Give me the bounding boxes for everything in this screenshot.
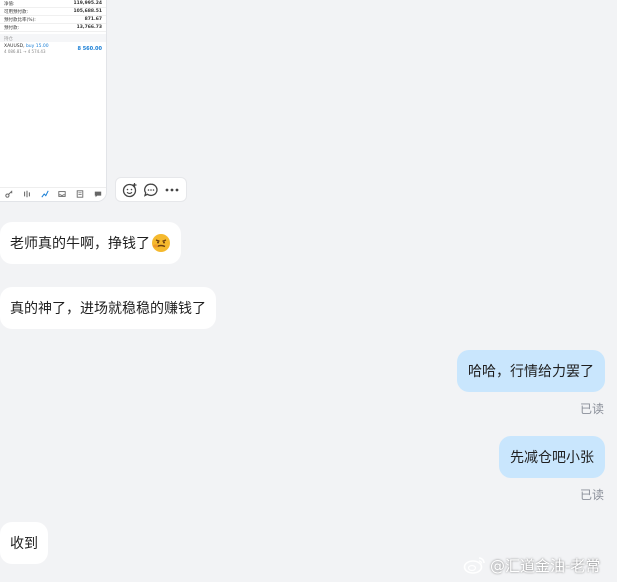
row-label: 净值:: [4, 1, 15, 7]
row-value: 13,766.73: [76, 25, 102, 30]
message-text: 真的神了，进场就稳稳的赚钱了: [10, 301, 206, 317]
reply-icon[interactable]: [141, 180, 161, 200]
grimace-emoji-icon: [151, 233, 171, 253]
message-text: 老师真的牛啊，挣钱了: [10, 236, 150, 252]
row-label: 可用预付款:: [4, 9, 29, 15]
read-receipt: 已读: [580, 488, 605, 502]
row-label: 预付款比率(%):: [4, 17, 36, 23]
position-prices: 4 086.81 → 4 574.43: [4, 49, 46, 54]
read-receipt: 已读: [580, 402, 605, 416]
account-row-margin-level: 预付款比率(%): 871.67: [0, 16, 106, 24]
trade-icon: [40, 190, 49, 200]
incoming-message[interactable]: 老师真的牛啊，挣钱了: [0, 222, 181, 264]
incoming-message[interactable]: 收到: [0, 522, 48, 564]
message-text: 先减仓吧小张: [510, 450, 594, 466]
message-action-bar: [115, 177, 187, 202]
account-row-margin: 预付款: 13,766.73: [0, 24, 106, 32]
message-text: 哈哈，行情给力罢了: [468, 364, 594, 380]
account-row-free-margin: 可用预付款: 105,688.51: [0, 8, 106, 16]
message-text: 收到: [10, 536, 38, 552]
row-value: 119,995.24: [73, 1, 102, 6]
journal-icon: [76, 189, 84, 200]
outgoing-message[interactable]: 先减仓吧小张: [499, 436, 605, 478]
weibo-watermark: @汇道金油-老常: [463, 554, 600, 576]
weibo-logo-icon: [463, 557, 485, 574]
position-row: XAUUSD, buy 15.00 4 086.81 → 4 574.43 8 …: [0, 42, 106, 56]
incoming-message[interactable]: 真的神了，进场就稳稳的赚钱了: [0, 287, 216, 329]
watermark-text: @汇道金油-老常: [490, 556, 601, 575]
row-value: 871.67: [84, 17, 102, 22]
positions-section-label: 持仓: [0, 34, 106, 42]
more-icon[interactable]: [162, 180, 182, 200]
row-label: 预付款:: [4, 25, 20, 31]
outgoing-message[interactable]: 哈哈，行情给力罢了: [457, 350, 605, 392]
chat-icon: [94, 190, 102, 200]
position-profit: 8 560.00: [77, 46, 102, 52]
row-value: 105,688.51: [73, 9, 102, 14]
chart-icon: [23, 190, 31, 200]
app-bottom-tabs: [0, 187, 106, 201]
add-emoji-icon[interactable]: [120, 180, 140, 200]
shared-screenshot-image[interactable]: 净值: 119,995.24 可用预付款: 105,688.51 预付款比率(%):…: [0, 0, 107, 202]
key-icon: [5, 189, 13, 200]
inbox-icon: [58, 190, 67, 200]
account-row-equity: 净值: 119,995.24: [0, 0, 106, 8]
